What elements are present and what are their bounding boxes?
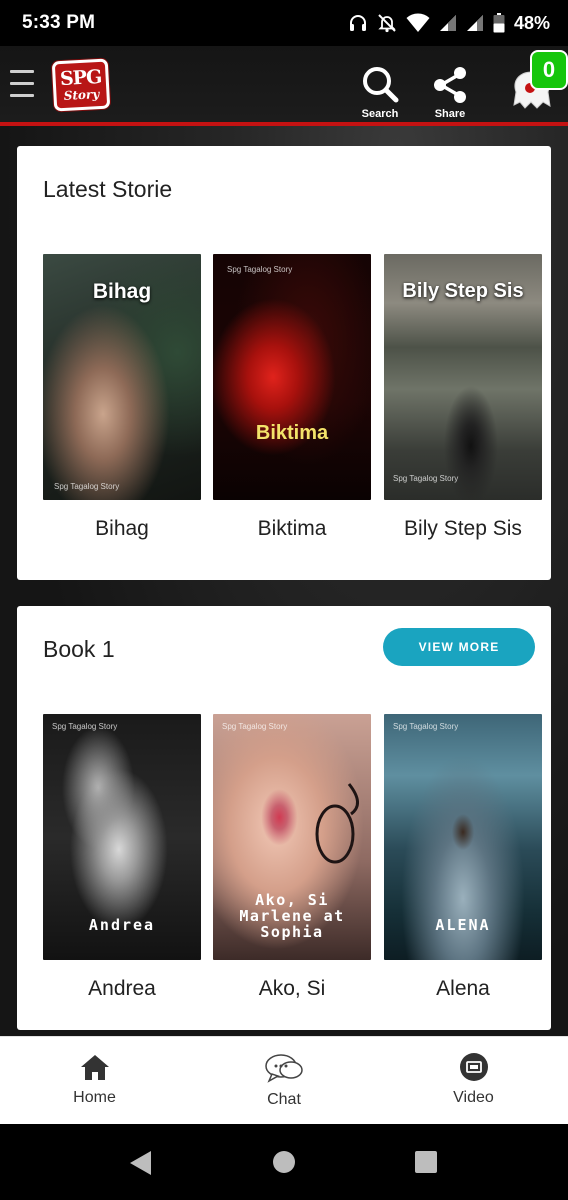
- search-icon: [350, 64, 410, 106]
- bottom-navigation: Home Chat Video: [0, 1036, 568, 1124]
- nav-label: Chat: [267, 1091, 301, 1108]
- share-button[interactable]: Share: [420, 64, 480, 120]
- book-title: Andrea: [88, 977, 156, 1000]
- share-icon: [420, 64, 480, 106]
- notification-badge[interactable]: 0: [530, 50, 568, 90]
- back-icon[interactable]: [128, 1150, 154, 1181]
- search-label: Search: [361, 108, 399, 120]
- book-title: Bihag: [95, 517, 149, 540]
- latest-stories-card: Latest Storie Bihag Spg Tagalog Story Bi…: [17, 146, 551, 580]
- cover-publisher: Spg Tagalog Story: [227, 265, 293, 274]
- book-item[interactable]: Spg Tagalog Story ALENA Alena: [384, 714, 542, 1001]
- book-item[interactable]: Spg Tagalog Story Biktima Biktima: [213, 254, 371, 541]
- book-cover[interactable]: Spg Tagalog Story Andrea: [43, 714, 201, 960]
- status-bar: 5:33 PM 48%: [0, 0, 568, 46]
- app-bar: SPG Story Search Share: [0, 46, 568, 126]
- hamburger-menu-icon[interactable]: [10, 70, 34, 98]
- home-circle-icon[interactable]: [272, 1150, 296, 1179]
- cover-publisher: Spg Tagalog Story: [54, 482, 120, 491]
- logo-text-bottom: Story: [63, 87, 100, 103]
- chat-icon: [190, 1053, 379, 1083]
- wifi-icon: [406, 13, 430, 33]
- cover-title: Andrea: [88, 916, 156, 934]
- system-navigation-bar: [0, 1124, 568, 1200]
- book-row: Bihag Spg Tagalog Story Bihag Spg Tagalo…: [43, 254, 543, 544]
- share-label: Share: [434, 108, 466, 120]
- cover-publisher: Spg Tagalog Story: [393, 474, 459, 483]
- book-title: Alena: [436, 977, 490, 1000]
- book-item[interactable]: Bily Step Sis Spg Tagalog Story Bily Ste…: [384, 254, 542, 541]
- signal-icon: [439, 14, 457, 32]
- status-time: 5:33 PM: [22, 12, 96, 33]
- book-1-card: Book 1 VIEW MORE Spg Tagalog Story Andre…: [17, 606, 551, 1030]
- cover-title: ALENA: [435, 916, 491, 934]
- signal-icon: [466, 14, 484, 32]
- book-cover[interactable]: Spg Tagalog Story Ako, Si Marlene at Sop…: [213, 714, 371, 960]
- book-cover[interactable]: Bihag Spg Tagalog Story: [43, 254, 201, 500]
- book-item[interactable]: Spg Tagalog Story Ako, Si Marlene at Sop…: [213, 714, 371, 1001]
- app-logo[interactable]: SPG Story: [51, 58, 111, 112]
- recents-icon[interactable]: [414, 1150, 438, 1179]
- nav-chat[interactable]: Chat: [190, 1037, 379, 1124]
- search-button[interactable]: Search: [350, 64, 410, 120]
- cover-title: Bily Step Sis: [402, 280, 524, 302]
- cover-title: Ako, Si Marlene at Sophia: [239, 891, 345, 941]
- home-icon: [0, 1053, 189, 1081]
- cover-title: Bihag: [92, 280, 152, 303]
- book-title: Ako, Si: [258, 977, 326, 1000]
- cover-publisher: Spg Tagalog Story: [52, 722, 118, 731]
- book-cover[interactable]: Bily Step Sis Spg Tagalog Story: [384, 254, 542, 500]
- nav-label: Video: [453, 1089, 494, 1106]
- section-title: Latest Storie: [43, 176, 173, 202]
- headphones-icon: [348, 13, 368, 33]
- book-row: Spg Tagalog Story Andrea Andrea Spg Taga…: [43, 714, 543, 1004]
- book-cover[interactable]: Spg Tagalog Story Biktima: [213, 254, 371, 500]
- mute-bell-icon: [377, 13, 397, 33]
- view-more-button[interactable]: VIEW MORE: [383, 628, 535, 666]
- book-title: Biktima: [257, 517, 327, 540]
- book-item[interactable]: Spg Tagalog Story Andrea Andrea: [43, 714, 201, 1001]
- book-item[interactable]: Bihag Spg Tagalog Story Bihag: [43, 254, 201, 541]
- glasses-icon: [315, 783, 359, 864]
- status-icons: 48%: [348, 13, 550, 34]
- nav-label: Home: [73, 1089, 116, 1106]
- video-icon: [379, 1053, 568, 1081]
- nav-home[interactable]: Home: [0, 1037, 189, 1124]
- book-title: Bily Step Sis: [404, 517, 522, 540]
- battery-icon: [493, 13, 505, 33]
- section-title: Book 1: [43, 636, 115, 662]
- book-cover[interactable]: Spg Tagalog Story ALENA: [384, 714, 542, 960]
- logo-text-top: SPG: [59, 65, 102, 91]
- cover-title: Biktima: [255, 422, 329, 444]
- cover-publisher: Spg Tagalog Story: [222, 722, 288, 731]
- cover-publisher: Spg Tagalog Story: [393, 722, 459, 731]
- battery-percent: 48%: [513, 12, 550, 33]
- nav-video[interactable]: Video: [379, 1037, 568, 1124]
